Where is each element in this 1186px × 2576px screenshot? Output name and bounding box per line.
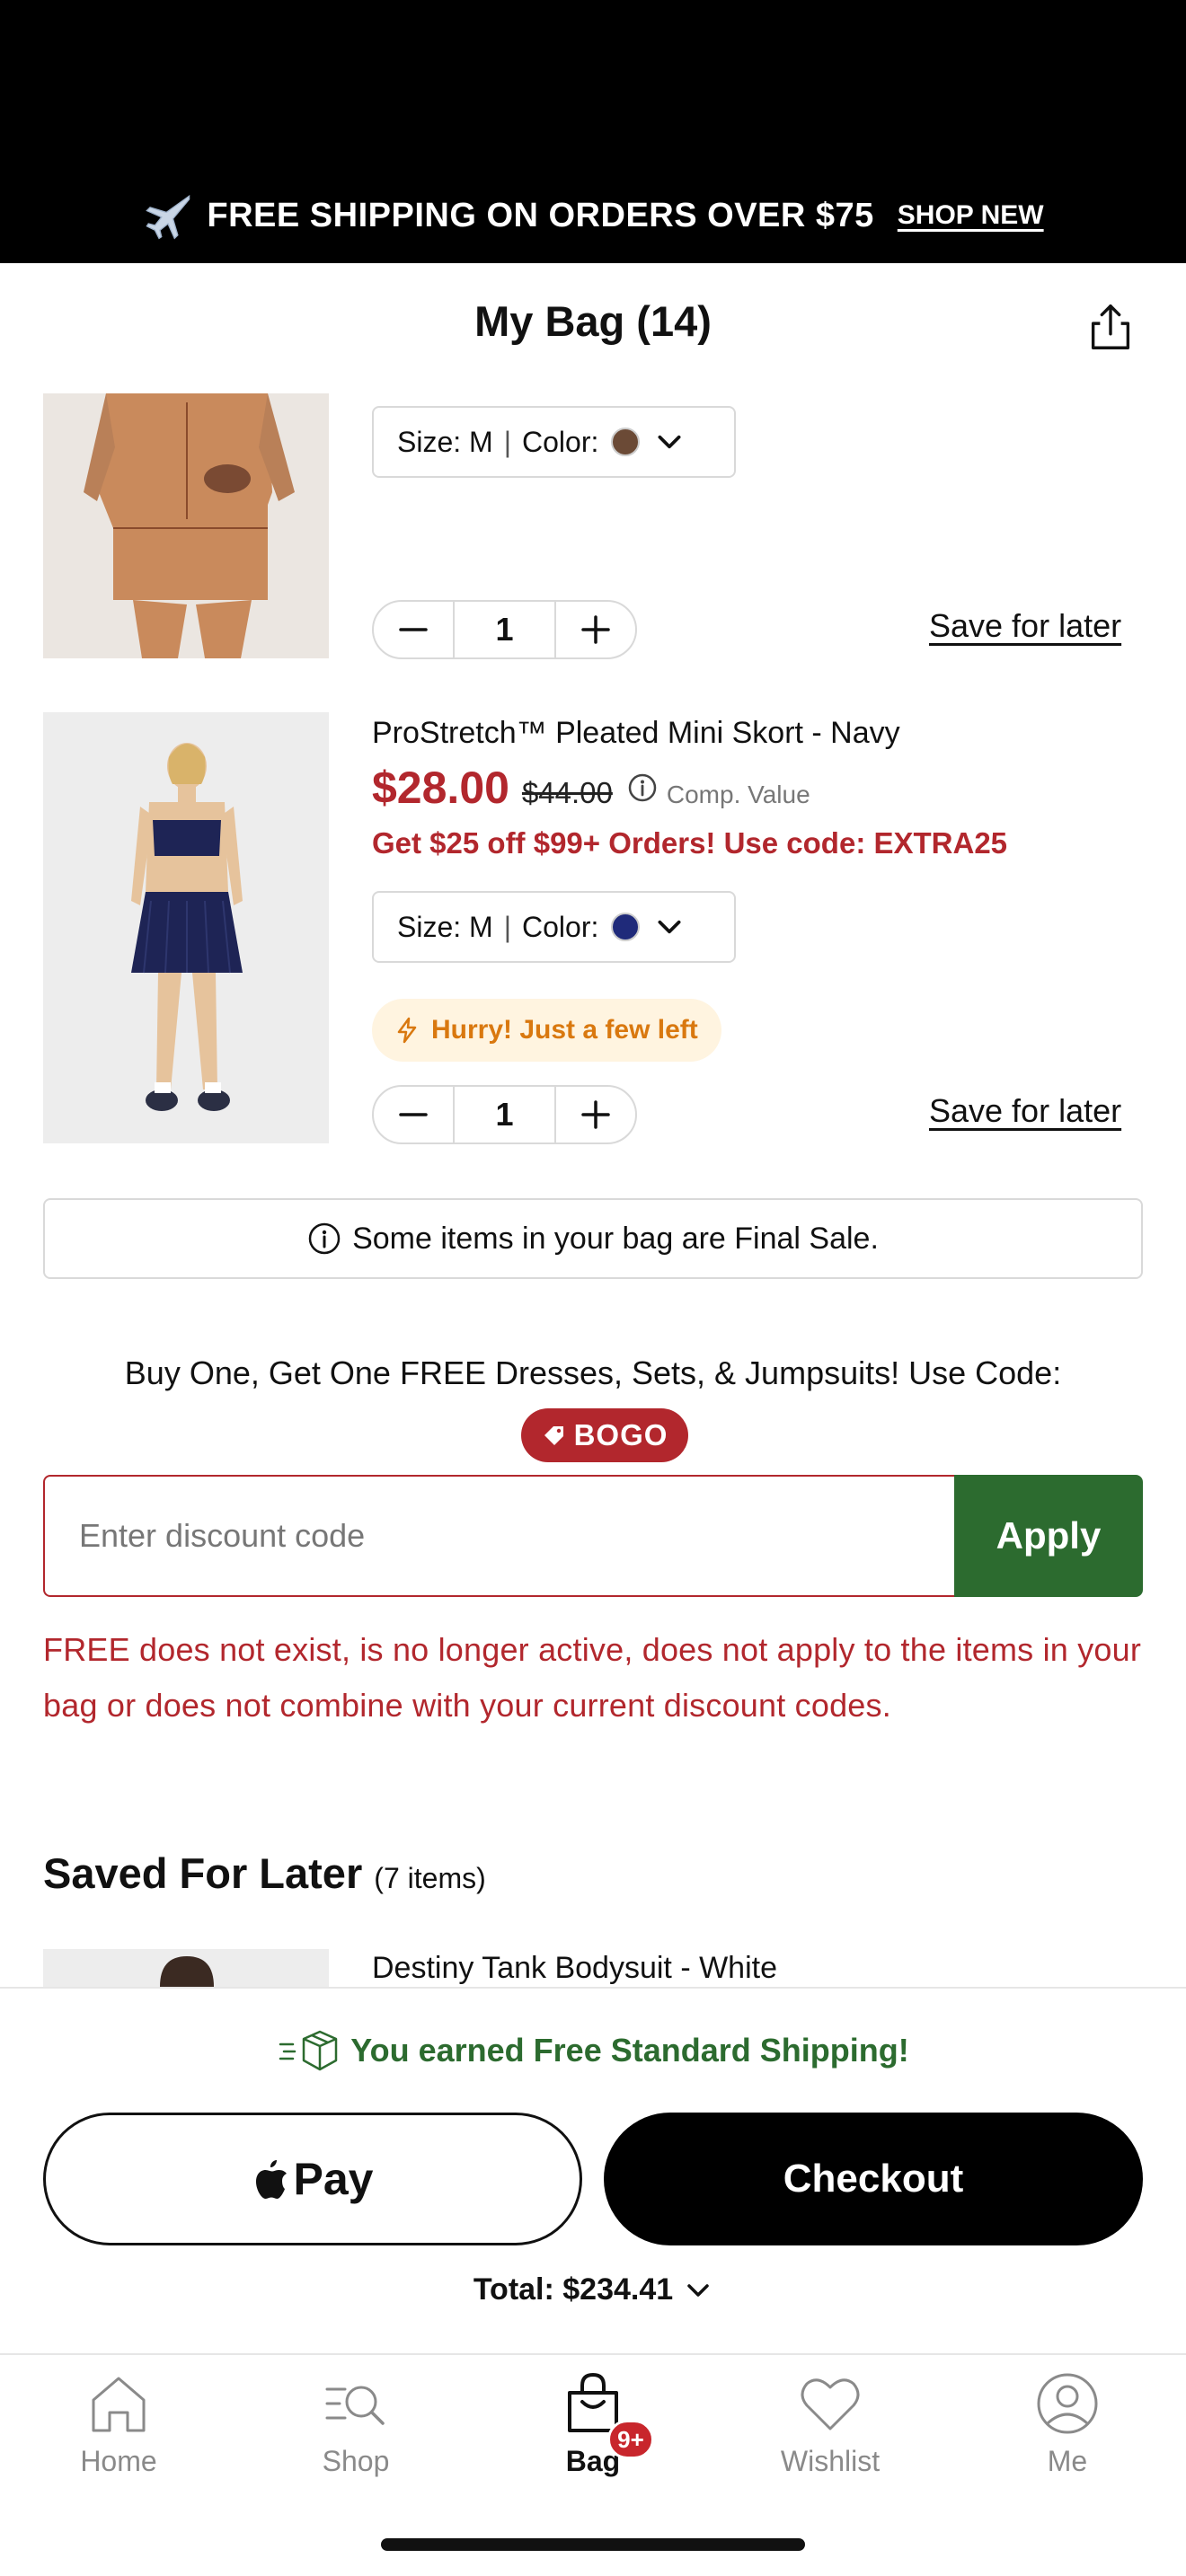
promotion-text: Buy One, Get One FREE Dresses, Sets, & J… bbox=[124, 1354, 1062, 1391]
chevron-down-icon bbox=[687, 2283, 709, 2297]
increase-button[interactable] bbox=[556, 602, 635, 657]
sale-price: $28.00 bbox=[372, 763, 509, 813]
order-total[interactable]: Total: $234.41 bbox=[0, 2272, 1186, 2307]
promo-message: Get $25 off $99+ Orders! Use code: EXTRA… bbox=[372, 826, 1008, 860]
increase-button[interactable] bbox=[556, 1087, 635, 1142]
decrease-button[interactable] bbox=[374, 602, 453, 657]
separator: | bbox=[503, 910, 511, 943]
separator: | bbox=[503, 425, 511, 458]
decrease-button[interactable] bbox=[374, 1087, 453, 1142]
color-swatch bbox=[611, 913, 641, 941]
free-shipping-text: You earned Free Standard Shipping! bbox=[350, 2032, 909, 2069]
heart-icon bbox=[801, 2378, 860, 2430]
order-total-text: Total: $234.41 bbox=[473, 2272, 674, 2307]
save-for-later-link[interactable]: Save for later bbox=[929, 1092, 1121, 1130]
original-price: $44.00 bbox=[521, 776, 613, 809]
final-sale-text: Some items in your bag are Final Sale. bbox=[352, 1221, 879, 1256]
bag-count-badge: 9+ bbox=[607, 2420, 654, 2459]
shop-new-link[interactable]: SHOP NEW bbox=[898, 200, 1044, 231]
promo-code-text: BOGO bbox=[573, 1418, 668, 1451]
tab-me-label: Me bbox=[1047, 2445, 1088, 2477]
size-color-select[interactable]: Size: M | Color: bbox=[372, 891, 736, 963]
size-label: Size: M bbox=[397, 425, 493, 458]
tab-me[interactable]: Me bbox=[949, 2366, 1186, 2478]
quantity-value[interactable]: 1 bbox=[453, 1087, 556, 1142]
promo-banner-text: FREE SHIPPING ON ORDERS OVER $75 bbox=[207, 196, 874, 234]
quantity-value[interactable]: 1 bbox=[453, 602, 556, 657]
discount-error-message: FREE does not exist, is no longer active… bbox=[43, 1631, 1142, 1724]
lightning-icon bbox=[397, 1017, 417, 1044]
apple-pay-button[interactable]: Pay bbox=[43, 2113, 582, 2245]
apply-button[interactable]: Apply bbox=[954, 1475, 1143, 1597]
apple-logo-icon bbox=[255, 2160, 287, 2199]
checkout-button[interactable]: Checkout bbox=[604, 2113, 1143, 2245]
saved-item-name[interactable]: Destiny Tank Bodysuit - White bbox=[372, 1951, 777, 1986]
apple-pay-label: Pay bbox=[293, 2154, 374, 2204]
product-image[interactable] bbox=[43, 393, 329, 658]
user-profile-icon bbox=[1037, 2373, 1098, 2434]
discount-code-input[interactable]: Enter discount code bbox=[43, 1475, 956, 1597]
tag-icon bbox=[544, 1426, 563, 1445]
promo-row: FREE SHIPPING ON ORDERS OVER $75 SHOP NE… bbox=[0, 184, 1186, 247]
final-sale-notice: Some items in your bag are Final Sale. bbox=[43, 1198, 1143, 1279]
product-name[interactable]: ProStretch™ Pleated Mini Skort - Navy bbox=[372, 716, 900, 751]
minus-icon bbox=[399, 1113, 428, 1116]
plus-icon bbox=[581, 615, 610, 644]
promo-banner: FREE SHIPPING ON ORDERS OVER $75 SHOP NE… bbox=[0, 0, 1186, 263]
home-icon bbox=[92, 2377, 146, 2432]
color-swatch bbox=[611, 428, 641, 456]
color-label: Color: bbox=[522, 910, 599, 943]
airplane-icon bbox=[146, 194, 190, 240]
promo-code-badge[interactable]: BOGO bbox=[521, 1408, 688, 1462]
saved-for-later-title: Saved For Later bbox=[43, 1849, 363, 1897]
tab-bag[interactable]: Bag 9+ bbox=[474, 2366, 712, 2478]
minus-icon bbox=[399, 628, 428, 631]
tab-wishlist[interactable]: Wishlist bbox=[712, 2366, 949, 2478]
page-title: My Bag (14) bbox=[474, 297, 712, 345]
save-for-later-link[interactable]: Save for later bbox=[929, 607, 1121, 645]
home-indicator bbox=[381, 2538, 805, 2551]
stock-alert-text: Hurry! Just a few left bbox=[431, 1015, 698, 1045]
saved-for-later-heading: Saved For Later (7 items) bbox=[43, 1848, 486, 1898]
tab-shop[interactable]: Shop bbox=[237, 2366, 474, 2478]
plus-icon bbox=[581, 1100, 610, 1129]
tab-home[interactable]: Home bbox=[0, 2366, 237, 2478]
tab-shop-label: Shop bbox=[322, 2445, 390, 2477]
info-icon bbox=[308, 1222, 341, 1255]
chevron-down-icon bbox=[658, 435, 681, 449]
tab-home-label: Home bbox=[80, 2445, 157, 2477]
quantity-stepper: 1 bbox=[372, 600, 637, 659]
free-shipping-message: You earned Free Standard Shipping! bbox=[0, 2028, 1186, 2073]
saved-item-image[interactable] bbox=[43, 1949, 329, 1987]
stock-alert-badge: Hurry! Just a few left bbox=[372, 999, 721, 1062]
saved-for-later-count: (7 items) bbox=[374, 1862, 486, 1894]
chevron-down-icon bbox=[658, 920, 681, 934]
product-image[interactable] bbox=[43, 712, 329, 1143]
info-icon[interactable] bbox=[627, 772, 658, 803]
share-icon[interactable] bbox=[1083, 299, 1138, 355]
shipping-box-icon bbox=[279, 2030, 338, 2071]
quantity-stepper: 1 bbox=[372, 1085, 637, 1144]
shop-search-icon bbox=[325, 2386, 385, 2425]
size-label: Size: M bbox=[397, 910, 493, 943]
comp-value-label: Comp. Value bbox=[666, 781, 810, 808]
size-color-select[interactable]: Size: M | Color: bbox=[372, 406, 736, 478]
price-row: $28.00 $44.00 Comp. Value bbox=[372, 762, 810, 814]
color-label: Color: bbox=[522, 425, 599, 458]
tab-wishlist-label: Wishlist bbox=[780, 2445, 881, 2477]
